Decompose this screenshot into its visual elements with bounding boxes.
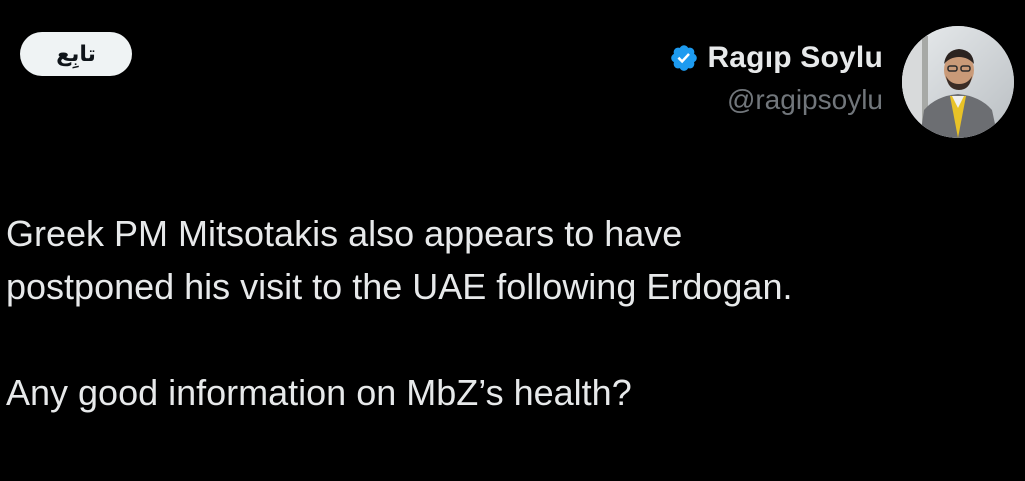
author-name-row: Ragıp Soylu [669,38,883,78]
follow-button[interactable]: تابِع [20,32,132,76]
tweet-text-line: Greek PM Mitsotakis also appears to have [6,213,683,254]
verified-badge-icon [671,45,698,71]
tweet-text-line: Any good information on MbZ’s health? [6,372,632,413]
tweet-text-line: postponed his visit to the UAE following… [6,266,793,307]
tweet-body: Greek PM Mitsotakis also appears to have… [6,207,1016,419]
avatar[interactable] [902,26,1014,138]
author-handle[interactable]: @ragipsoylu [669,84,883,116]
avatar-photo [902,26,1014,138]
author-display-name[interactable]: Ragıp Soylu [707,41,883,75]
tweet-card: تابِع Ragıp Soylu @ragipsoylu Greek PM M… [0,0,1025,481]
author-info[interactable]: Ragıp Soylu @ragipsoylu [669,38,883,116]
